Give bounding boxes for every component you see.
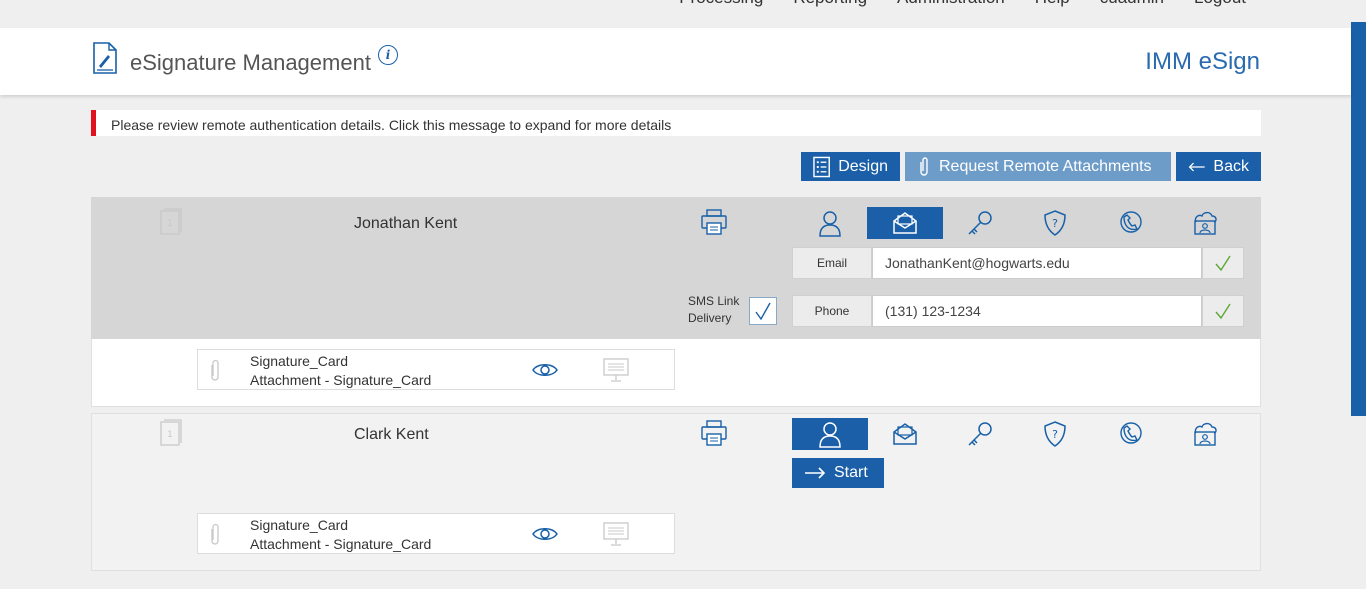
auth-methods-clark: ? [792,418,1244,450]
checkmark-icon [1215,303,1231,320]
email-envelope-icon [893,212,917,234]
monitor-icon[interactable] [603,357,629,388]
paperclip-icon [208,522,222,553]
monitor-icon[interactable] [603,521,629,552]
paperclip-icon [920,156,928,176]
attachment-name: Signature_Card [250,353,349,369]
signer-name: Clark Kent [354,426,429,443]
brand-name: IMM eSign [1145,48,1260,75]
paperclip-icon [208,358,222,389]
nav-logout[interactable]: Logout [1194,0,1246,8]
back-label: Back [1213,157,1249,175]
auth-question[interactable]: ? [1017,207,1093,239]
cloud-id-icon [1194,422,1217,446]
nav-help[interactable]: Help [1035,0,1070,8]
shield-question-icon: ? [1044,421,1066,447]
nav-user[interactable]: cuadmin [1100,0,1164,8]
design-button[interactable]: Design [801,152,900,181]
printer-icon[interactable] [700,208,728,241]
attachment-description: Attachment - Signature_Card [250,372,432,388]
phone-verified [1202,295,1244,327]
nav-processing[interactable]: Processing [679,0,763,8]
eye-icon[interactable] [532,526,558,547]
remote-auth-alert[interactable]: Please review remote authentication deta… [91,110,1261,136]
attachment-item: Signature_Card Attachment - Signature_Ca… [197,349,675,390]
scrollbar[interactable] [1351,22,1366,416]
key-icon [968,422,992,446]
request-remote-attachments-button[interactable]: Request Remote Attachments [905,152,1171,181]
auth-email[interactable] [867,418,943,450]
phone-label: Phone [792,295,872,327]
nav-reporting[interactable]: Reporting [793,0,867,8]
person-icon [819,422,841,448]
svg-text:1: 1 [167,430,173,440]
book-icon: 1 [160,208,182,241]
sms-link-delivery-checkbox[interactable] [749,297,777,325]
cloud-id-icon [1194,211,1217,235]
auth-phone[interactable] [1092,207,1168,239]
phone-field[interactable]: (131) 123-1234 [872,295,1202,327]
start-button[interactable]: Start [792,458,884,488]
auth-cloud-id[interactable] [1167,207,1243,239]
printer-icon[interactable] [700,419,728,452]
phone-icon [1120,422,1142,444]
auth-methods-jonathan: ? [792,207,1244,239]
eye-icon[interactable] [532,362,558,383]
auth-person[interactable] [792,418,868,450]
auth-person[interactable] [792,207,868,239]
signer-name: Jonathan Kent [354,215,458,232]
person-icon [819,211,841,237]
sms-link-delivery-label: SMS Link Delivery [688,294,740,325]
email-label: Email [792,247,872,279]
auth-key[interactable] [942,207,1018,239]
svg-text:?: ? [1052,428,1058,441]
nav-administration[interactable]: Administration [897,0,1005,8]
svg-text:1: 1 [167,219,173,229]
checkmark-icon [1215,255,1231,272]
email-envelope-icon [893,423,917,445]
alert-message: Please review remote authentication deta… [111,117,672,133]
auth-cloud-id[interactable] [1167,418,1243,450]
attachment-description: Attachment - Signature_Card [250,536,432,552]
email-verified [1202,247,1244,279]
auth-email[interactable] [867,207,943,239]
start-label: Start [834,464,868,481]
list-document-icon [813,156,830,177]
auth-question[interactable]: ? [1017,418,1093,450]
email-row: Email JonathanKent@hogwarts.edu [792,247,1244,279]
attachment-name: Signature_Card [250,517,349,533]
phone-icon [1120,211,1142,233]
design-label: Design [838,157,888,175]
auth-key[interactable] [942,418,1018,450]
page-header: eSignature Management i IMM eSign [0,28,1351,95]
page-title: eSignature Management [130,50,371,75]
key-icon [968,211,992,235]
arrow-left-icon [1188,162,1205,171]
auth-phone[interactable] [1092,418,1168,450]
shield-question-icon: ? [1044,210,1066,236]
svg-text:?: ? [1052,217,1058,230]
checkmark-icon [755,302,771,321]
arrow-right-icon [805,467,826,479]
request-label: Request Remote Attachments [939,157,1152,175]
back-button[interactable]: Back [1176,152,1261,181]
book-icon: 1 [160,419,182,452]
attachment-item: Signature_Card Attachment - Signature_Ca… [197,513,675,554]
phone-row: Phone (131) 123-1234 [792,295,1244,327]
email-field[interactable]: JonathanKent@hogwarts.edu [872,247,1202,279]
top-navigation: Processing Reporting Administration Help… [0,0,1366,28]
document-sign-icon [92,42,118,79]
info-icon[interactable]: i [378,45,398,65]
